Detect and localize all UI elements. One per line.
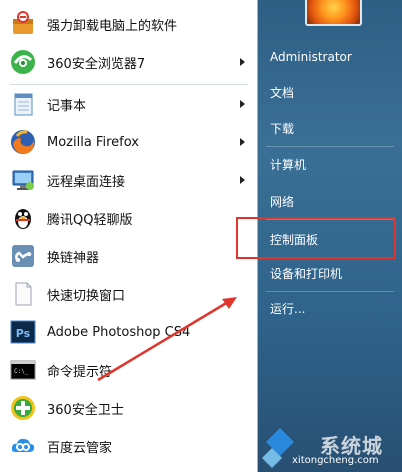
- remote-desktop-icon: [7, 164, 39, 196]
- downloads-link[interactable]: 下载: [270, 120, 294, 137]
- svg-text:Ps: Ps: [16, 327, 31, 340]
- baidu-cloud-icon: [7, 430, 39, 462]
- command-prompt-icon: C:\_: [7, 354, 39, 386]
- computer-link[interactable]: 计算机: [270, 156, 306, 173]
- menu-item-label: 360安全卫士: [47, 402, 124, 418]
- menu-item-label: 远程桌面连接: [47, 174, 126, 190]
- submenu-arrow-icon: [240, 58, 245, 66]
- menu-item-notepad[interactable]: 记事本: [4, 86, 253, 122]
- menu-item-quick-switch[interactable]: 快速切换窗口: [4, 276, 253, 312]
- separator: [266, 291, 394, 292]
- menu-item-label: 换链神器: [47, 250, 100, 266]
- menu-item-uninstall[interactable]: 强力卸载电脑上的软件: [4, 6, 253, 42]
- avatar[interactable]: [305, 0, 362, 26]
- menu-item-remote-desktop[interactable]: 远程桌面连接: [4, 162, 253, 198]
- notepad-icon: [7, 88, 39, 120]
- menu-item-label: 百度云管家: [47, 440, 113, 456]
- highlight-box: [236, 217, 396, 259]
- blank-document-icon: [7, 278, 39, 310]
- documents-link[interactable]: 文档: [270, 84, 294, 101]
- separator: [10, 84, 248, 85]
- menu-item-link-tool[interactable]: 换链神器: [4, 238, 253, 274]
- user-name-link[interactable]: Administrator: [270, 50, 352, 64]
- submenu-arrow-icon: [240, 176, 245, 184]
- qq-penguin-icon: [7, 202, 39, 234]
- menu-item-360-browser[interactable]: 360安全浏览器7: [4, 44, 253, 80]
- menu-item-label: 记事本: [47, 98, 87, 114]
- run-link[interactable]: 运行...: [270, 300, 305, 317]
- menu-item-firefox[interactable]: Mozilla Firefox: [4, 124, 253, 160]
- photoshop-icon: Ps: [7, 316, 39, 348]
- separator: [266, 146, 394, 147]
- menu-item-360-safeguard[interactable]: 360安全卫士: [4, 390, 253, 426]
- submenu-arrow-icon: [240, 138, 245, 146]
- 360-browser-icon: [7, 46, 39, 78]
- menu-item-label: Adobe Photoshop CS4: [47, 324, 191, 340]
- menu-item-label: 命令提示符: [47, 364, 113, 380]
- devices-and-printers-link[interactable]: 设备和打印机: [270, 265, 342, 282]
- menu-item-command-prompt[interactable]: C:\_ 命令提示符: [4, 352, 253, 388]
- 360-safeguard-icon: [7, 392, 39, 424]
- menu-item-label: 腾讯QQ轻聊版: [47, 212, 133, 228]
- firefox-icon: [7, 126, 39, 158]
- menu-item-label: 快速切换窗口: [47, 288, 126, 304]
- menu-item-photoshop[interactable]: Ps Adobe Photoshop CS4: [4, 314, 253, 350]
- network-link[interactable]: 网络: [270, 193, 294, 210]
- menu-item-label: Mozilla Firefox: [47, 134, 139, 150]
- link-tool-icon: [7, 240, 39, 272]
- menu-item-baidu-cloud[interactable]: 百度云管家: [4, 428, 253, 464]
- menu-item-qq[interactable]: 腾讯QQ轻聊版: [4, 200, 253, 236]
- submenu-arrow-icon: [240, 100, 245, 108]
- menu-item-label: 强力卸载电脑上的软件: [47, 18, 178, 34]
- menu-item-label: 360安全浏览器7: [47, 56, 146, 72]
- watermark-url: xitongcheng.com: [292, 455, 379, 466]
- svg-text:C:\_: C:\_: [14, 368, 29, 375]
- uninstall-box-icon: [7, 8, 39, 40]
